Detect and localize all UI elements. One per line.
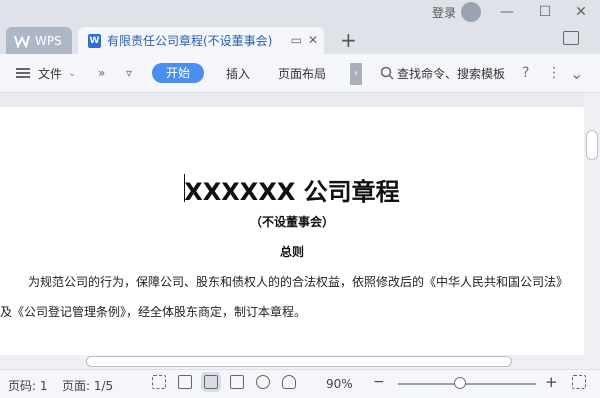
section-heading: 总则	[279, 245, 304, 259]
paragraph-line-2: 及《公司登记管理条例》，经全体股东商定，制订本章程。	[0, 305, 307, 319]
zoom-out-icon[interactable]: −	[373, 374, 385, 390]
page-count[interactable]: 页面: 1/5	[62, 377, 113, 394]
close-window-icon[interactable]: ✕	[570, 2, 592, 22]
page-code[interactable]: 页码: 1	[8, 377, 48, 394]
quick-dropdown-icon[interactable]: ▿	[126, 54, 132, 92]
tab-page-layout[interactable]: 页面布局	[278, 54, 326, 92]
more-tabs-icon[interactable]: »	[98, 54, 105, 92]
ruler	[0, 93, 600, 107]
more-options-icon[interactable]: ⋮	[547, 54, 561, 92]
wps-logo-icon	[14, 35, 30, 48]
page-view-icon[interactable]	[201, 372, 221, 392]
outline-view-icon[interactable]	[230, 375, 244, 389]
tab-wps[interactable]: WPS	[6, 27, 72, 54]
zoom-in-icon[interactable]: +	[545, 373, 558, 391]
fullscreen-icon[interactable]	[152, 375, 166, 389]
horizontal-scroll-thumb[interactable]	[86, 356, 512, 367]
command-search-label: 查找命令、搜索模板	[397, 66, 506, 81]
login-link[interactable]: 登录	[432, 4, 456, 21]
ribbon-scroll-button[interactable]: ›	[350, 63, 362, 85]
avatar[interactable]	[461, 2, 481, 22]
command-search[interactable]: 查找命令、搜索模板	[380, 54, 505, 92]
text-cursor	[184, 174, 185, 202]
screen-icon[interactable]: ▭	[291, 33, 302, 47]
vertical-scroll-thumb[interactable]	[586, 130, 598, 160]
tab-start[interactable]: 开始	[152, 63, 204, 83]
tab-insert[interactable]: 插入	[226, 54, 250, 92]
new-tab-button[interactable]: +	[340, 28, 357, 52]
reading-mode-icon[interactable]	[178, 375, 192, 389]
tab-document[interactable]: W 有限责任公司章程(不设董事会) ▭ ✕	[78, 27, 324, 54]
zoom-slider-handle[interactable]	[454, 377, 467, 389]
tab-document-title: 有限责任公司章程(不设董事会)	[107, 34, 273, 48]
file-menu-label: 文件	[38, 66, 63, 81]
help-icon[interactable]: ?	[522, 54, 529, 92]
document-page[interactable]: XXXXXX 公司章程 （不设董事会） 总则 为规范公司的行为，保障公司、股东和…	[0, 107, 584, 355]
close-tab-icon[interactable]: ✕	[308, 33, 318, 47]
document-title: XXXXXX 公司章程	[184, 178, 400, 206]
word-doc-icon: W	[88, 33, 101, 48]
maximize-icon[interactable]: ☐	[534, 2, 556, 22]
document-subtitle: （不设董事会）	[249, 215, 334, 229]
zoom-level[interactable]: 90%	[326, 377, 353, 391]
hamburger-icon	[16, 68, 30, 78]
minimize-icon[interactable]: —	[496, 2, 518, 22]
side-panel-icon[interactable]	[563, 31, 579, 45]
fit-window-icon[interactable]	[572, 375, 586, 389]
chevron-down-icon: ⌄	[68, 67, 77, 79]
paragraph-line-1: 为规范公司的行为，保障公司、股东和债权人的的合法权益，依照修改后的《中华人民共和…	[28, 275, 569, 289]
zoom-slider[interactable]	[398, 383, 536, 385]
file-menu[interactable]: 文件 ⌄	[16, 54, 76, 92]
web-view-icon[interactable]	[256, 375, 270, 389]
tab-wps-label: WPS	[35, 33, 62, 48]
search-icon	[380, 66, 394, 80]
collapse-ribbon-icon[interactable]: ⌄	[570, 54, 583, 92]
eye-protection-icon[interactable]	[282, 375, 296, 389]
